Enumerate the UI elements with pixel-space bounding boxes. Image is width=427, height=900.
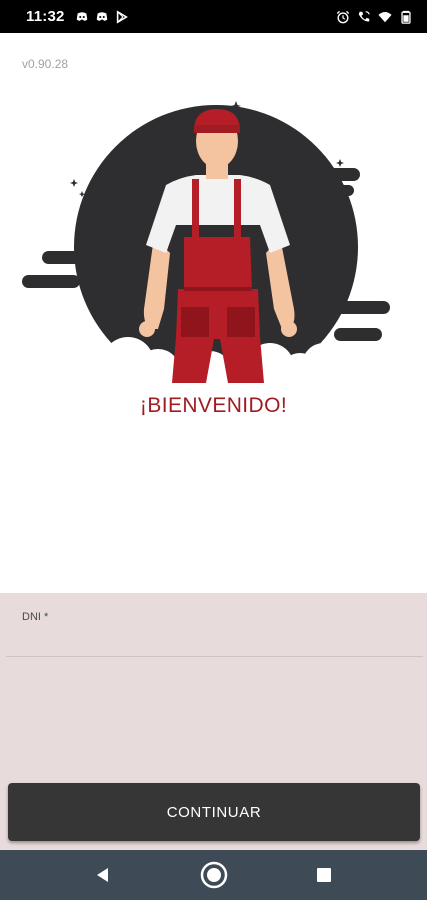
play-store-icon <box>116 9 128 24</box>
navigation-bar <box>0 850 427 900</box>
home-icon <box>200 861 227 889</box>
dni-input[interactable] <box>6 627 423 657</box>
home-button[interactable] <box>199 860 229 890</box>
alarm-icon <box>336 10 350 23</box>
wifi-icon <box>378 11 392 22</box>
worker-illustration <box>22 101 390 403</box>
wifi-calling-icon <box>358 10 370 21</box>
recents-icon <box>317 868 331 882</box>
back-icon <box>97 868 108 882</box>
welcome-title: ¡BIENVENIDO! <box>139 394 288 417</box>
app-content: v0.90.28 ¡BIENVENIDO! <box>0 33 427 593</box>
status-bar: 11:32 <box>0 0 427 33</box>
status-notification-icons <box>75 9 129 24</box>
recents-button[interactable] <box>309 860 339 890</box>
status-system-icons <box>336 10 413 24</box>
continue-button[interactable]: CONTINUAR <box>8 783 420 841</box>
battery-icon <box>401 10 411 24</box>
dni-label: DNI * <box>22 611 49 623</box>
discord-icon <box>76 11 87 21</box>
discord-icon <box>96 11 107 21</box>
login-form: DNI * CONTINUAR <box>0 593 427 850</box>
back-button[interactable] <box>88 860 118 890</box>
status-time: 11:32 <box>26 8 65 25</box>
